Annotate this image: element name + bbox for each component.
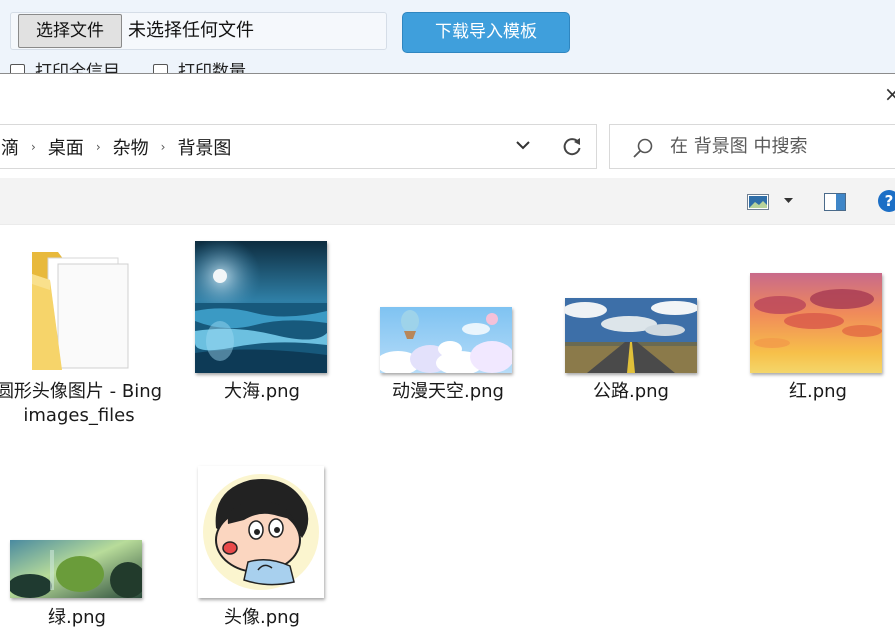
file-name-label: 绿.png	[48, 607, 106, 627]
file-name-label: 圆形头像图片 - Bing images_files	[0, 381, 163, 426]
image-thumbnail	[565, 298, 697, 373]
download-template-button[interactable]: 下载导入模板	[402, 12, 570, 53]
folder-icon	[32, 252, 129, 370]
caret-down-icon[interactable]	[784, 198, 793, 204]
refresh-icon	[563, 137, 580, 155]
web-page-background: 选择文件 未选择任何文件 下载导入模板 打印全信目 打印数量	[0, 0, 895, 82]
image-thumbnail	[750, 273, 882, 373]
close-icon[interactable]: ×	[884, 82, 895, 106]
file-open-dialog: × 滴 › 桌面 › 杂物 › 背景图	[0, 73, 895, 627]
breadcrumb-separator-icon[interactable]: ›	[151, 140, 176, 154]
file-name-label: 大海.png	[224, 381, 300, 402]
breadcrumb-separator-icon[interactable]: ›	[86, 140, 111, 154]
image-thumbnail	[380, 307, 512, 373]
breadcrumb-item-desktop[interactable]: 桌面	[46, 134, 86, 160]
help-icon[interactable]: ?	[878, 190, 895, 212]
breadcrumb: 滴 › 桌面 › 杂物 › 背景图	[0, 125, 233, 168]
search-input[interactable]	[670, 125, 895, 168]
file-name-label: 红.png	[789, 381, 847, 402]
image-thumbnail	[10, 540, 142, 598]
breadcrumb-item-misc[interactable]: 杂物	[111, 134, 151, 160]
dialog-toolbar: ?	[0, 178, 895, 225]
image-thumbnail	[198, 466, 324, 598]
refresh-button[interactable]	[547, 124, 597, 169]
breadcrumb-item-parent[interactable]: 滴	[0, 134, 21, 160]
search-box[interactable]	[609, 124, 895, 169]
no-file-selected-text: 未选择任何文件	[128, 20, 254, 41]
breadcrumb-item-backgrounds[interactable]: 背景图	[175, 134, 233, 160]
choose-file-button[interactable]: 选择文件	[18, 14, 122, 48]
chevron-down-icon[interactable]	[513, 135, 533, 155]
image-thumbnail	[195, 241, 327, 373]
breadcrumb-separator-icon[interactable]: ›	[21, 140, 46, 154]
address-bar[interactable]: 滴 › 桌面 › 杂物 › 背景图	[0, 124, 548, 169]
file-name-label: 公路.png	[593, 381, 669, 402]
preview-pane-icon[interactable]	[824, 193, 846, 211]
file-name-label: 头像.png	[224, 607, 300, 627]
file-name-label: 动漫天空.png	[392, 381, 504, 402]
search-icon	[633, 138, 653, 158]
change-view-icon[interactable]	[747, 194, 769, 210]
